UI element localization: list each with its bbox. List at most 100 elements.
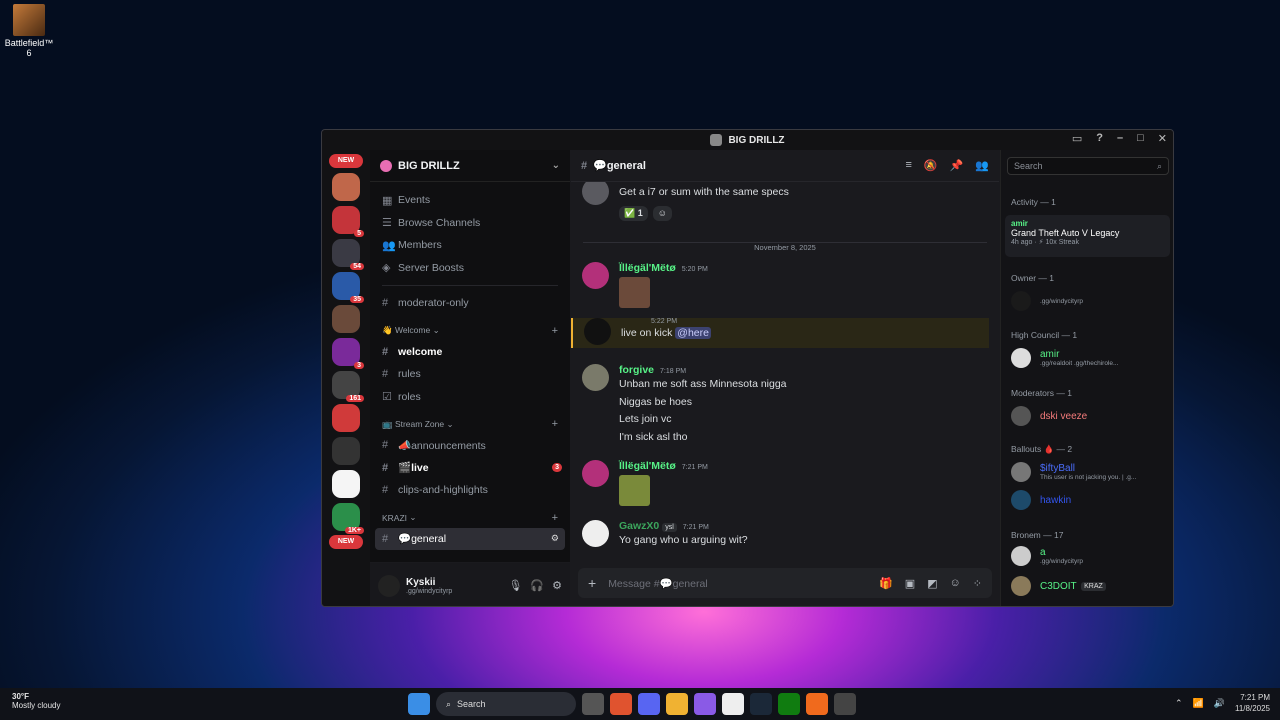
apps-icon[interactable]: ⁘ (973, 577, 982, 590)
chevron-up-icon[interactable]: ⌃ (1175, 698, 1183, 709)
inbox-icon[interactable]: ▭ (1072, 132, 1082, 145)
wifi-icon[interactable]: 📶 (1193, 698, 1204, 709)
help-icon[interactable]: ? (1096, 132, 1103, 145)
threads-icon[interactable]: ≡ (905, 159, 911, 172)
gear-icon[interactable]: ⚙ (552, 579, 562, 592)
gift-icon[interactable]: 🎁 (879, 577, 893, 590)
member-item[interactable]: .gg/windycityrp (1011, 291, 1171, 311)
message-composer[interactable]: + Message #💬general 🎁 ▣ ◩ ☺ ⁘ (578, 568, 992, 598)
nav-browse-channels[interactable]: ☰ Browse Channels (370, 212, 570, 235)
member-list-icon[interactable]: 👥 (975, 159, 989, 172)
category-welcome[interactable]: 👋 Welcome ⌄ + (370, 321, 570, 341)
member-item[interactable]: amir .gg/realdoit .gg/thechirole... (1011, 348, 1171, 368)
avatar[interactable] (582, 460, 609, 487)
search-input[interactable]: Search ⌕ (1007, 157, 1169, 175)
avatar[interactable] (584, 318, 611, 345)
server-icon[interactable]: 35 (332, 272, 364, 303)
steam-icon[interactable] (750, 693, 772, 715)
add-channel-icon[interactable]: + (552, 512, 558, 524)
store-icon[interactable] (722, 693, 744, 715)
member-item[interactable]: a .gg/windycityrp (1011, 546, 1171, 566)
avatar[interactable] (582, 182, 609, 205)
server-icon[interactable]: 54 (332, 239, 364, 270)
nav-members[interactable]: 👥 Members (370, 234, 570, 257)
sticker-icon[interactable]: ◩ (927, 577, 937, 590)
add-attachment-icon[interactable]: + (588, 575, 596, 591)
server-icon[interactable] (332, 305, 360, 333)
microphone-icon[interactable]: 🎙 (508, 579, 522, 592)
gif-icon[interactable]: ▣ (905, 577, 915, 590)
member-item[interactable]: dski veeze (1011, 406, 1171, 426)
channel-rules[interactable]: # rules (370, 363, 570, 386)
emoji-icon[interactable]: ☺ (950, 577, 961, 590)
message-input[interactable]: Message #💬general (608, 577, 707, 590)
server-icon[interactable] (332, 404, 360, 432)
discord-icon[interactable] (638, 693, 660, 715)
weather-widget[interactable]: 30°F Mostly cloudy (12, 692, 60, 710)
channel-clips-and-highlights[interactable]: # clips-and-highlights (370, 479, 570, 502)
avatar[interactable] (582, 262, 609, 289)
channel-moderator-only[interactable]: # moderator-only (370, 292, 570, 315)
minimize-icon[interactable]: – (1117, 132, 1123, 145)
avatar[interactable] (378, 574, 400, 597)
member-item[interactable]: hawkin (1011, 490, 1171, 510)
member-item[interactable]: $iftyBall This user is not jacking you. |… (1011, 462, 1171, 482)
category-stream-zone[interactable]: 📺 Stream Zone ⌄ + (370, 414, 570, 434)
server-icon[interactable] (332, 470, 360, 498)
xbox-icon[interactable] (778, 693, 800, 715)
unread-badge: 3 (552, 463, 562, 473)
avatar[interactable] (582, 364, 609, 391)
activity-card[interactable]: amir Grand Theft Auto V Legacy 4h ago · … (1005, 215, 1170, 257)
server-icon[interactable] (332, 437, 360, 465)
notification-bell-icon[interactable]: 🔕 (924, 159, 938, 172)
message-author[interactable]: Ïllëgäl'Mëtø (619, 262, 676, 274)
server-icon[interactable]: 1K+ (332, 503, 364, 534)
channel-welcome[interactable]: # welcome (370, 341, 570, 364)
desktop-shortcut-battlefield[interactable]: Battlefield™ 6 (4, 4, 54, 58)
clock[interactable]: 7:21 PM 11/8/2025 (1235, 692, 1270, 714)
app-icon[interactable] (806, 693, 828, 715)
pin-icon[interactable]: 📌 (950, 159, 964, 172)
start-icon[interactable] (408, 693, 430, 715)
member-item[interactable]: C3DOIT KRAZ (1011, 576, 1171, 596)
server-icon[interactable]: 161 (332, 371, 364, 402)
add-reaction-icon[interactable]: ☺ (652, 205, 672, 221)
avatar[interactable] (582, 520, 609, 547)
channel-general[interactable]: # 💬general ⚙ (375, 527, 565, 550)
taskbar-search[interactable]: ⌕ Search (436, 692, 576, 716)
image-attachment[interactable] (619, 277, 650, 308)
chrome-icon[interactable] (834, 693, 856, 715)
add-channel-icon[interactable]: + (552, 325, 558, 337)
brave-icon[interactable] (610, 693, 632, 715)
section-header: Activity — 1 (1011, 197, 1056, 207)
close-icon[interactable]: ✕ (1158, 132, 1167, 145)
chevron-down-icon[interactable]: ⌄ (552, 160, 560, 171)
headphones-icon[interactable]: 🎧 (530, 579, 544, 592)
desktop-shortcut-label: Battlefield™ 6 (4, 38, 54, 58)
category-krazi[interactable]: KRAZI ⌄ + (370, 508, 570, 528)
channel-roles[interactable]: ☑ roles (370, 386, 570, 409)
server-icon[interactable]: 5 (332, 206, 364, 237)
server-header[interactable]: BIG DRILLZ ⌄ (370, 150, 570, 182)
message-author[interactable]: GawzX0 (619, 520, 659, 532)
task-view-icon[interactable] (582, 693, 604, 715)
maximize-icon[interactable]: □ (1137, 132, 1144, 145)
nav-server-boosts[interactable]: ◈ Server Boosts (370, 257, 570, 280)
channel-announcements[interactable]: # 📣announcements (370, 434, 570, 457)
server-icon[interactable] (332, 173, 360, 201)
reaction-check[interactable]: ✅ 1 (619, 205, 648, 221)
copilot-icon[interactable] (694, 693, 716, 715)
nav-events[interactable]: ▦ Events (370, 189, 570, 212)
image-attachment[interactable] (619, 475, 650, 506)
message-author[interactable]: Ïllëgäl'Mëtø (619, 460, 676, 472)
section-header: Moderators — 1 (1011, 388, 1072, 398)
message-author[interactable]: forgive (619, 364, 654, 376)
add-channel-icon[interactable]: + (552, 418, 558, 430)
server-icon[interactable]: 3 (332, 338, 364, 369)
mention-here[interactable]: @here (675, 327, 711, 339)
speaker-icon[interactable]: 🔊 (1214, 698, 1225, 709)
file-explorer-icon[interactable] (666, 693, 688, 715)
channel-settings-icon[interactable]: ⚙ (551, 533, 559, 544)
avatar (1011, 291, 1031, 311)
channel-live[interactable]: # 🎬live 3 (370, 457, 570, 480)
